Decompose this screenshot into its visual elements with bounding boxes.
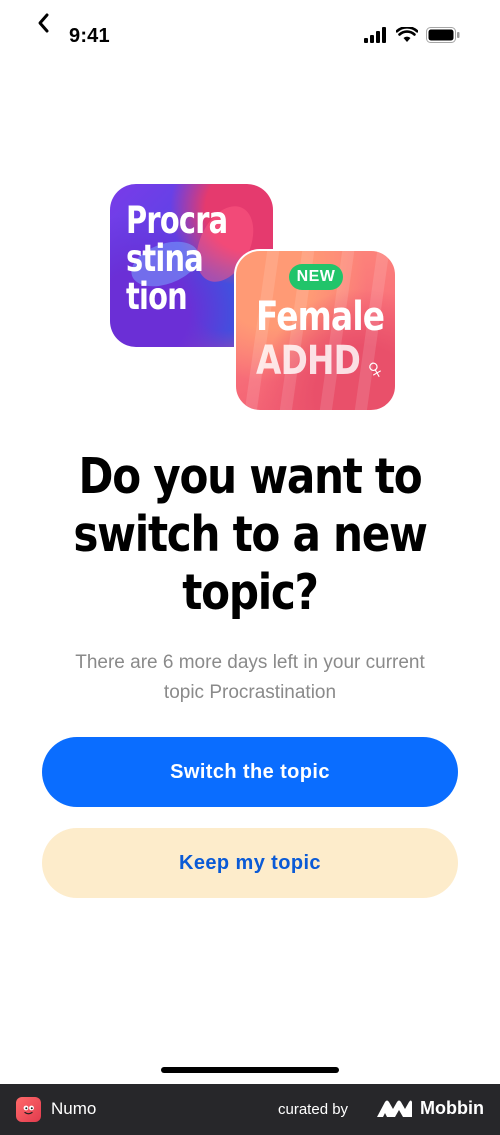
page-title: Do you want to switch to a new topic? [73, 448, 428, 621]
keep-topic-button[interactable]: Keep my topic [42, 828, 458, 898]
numo-app-icon [16, 1097, 41, 1122]
topic-artwork: Procra stina tion NEW Female ADHD ♀ [0, 0, 500, 440]
app-name: Numo [51, 1099, 97, 1118]
mobbin-brand: Mobbin [420, 1098, 484, 1118]
curated-by-label: curated by [278, 1101, 349, 1118]
home-indicator [161, 1067, 339, 1073]
page-subtitle: There are 6 more days left in your curre… [75, 652, 425, 703]
procrastination-tile-title: Procra stina tion [126, 199, 228, 318]
new-badge: NEW [289, 264, 343, 290]
mobbin-logo-icon [377, 1100, 412, 1117]
female-adhd-topic-tile: NEW Female ADHD ♀ [234, 249, 397, 412]
adhd-line-1: Female [256, 294, 385, 340]
footer-bar: Numo curated by Mobbin [0, 1084, 500, 1135]
adhd-line-2: ADHD [256, 338, 361, 384]
switch-topic-button[interactable]: Switch the topic [42, 737, 458, 807]
